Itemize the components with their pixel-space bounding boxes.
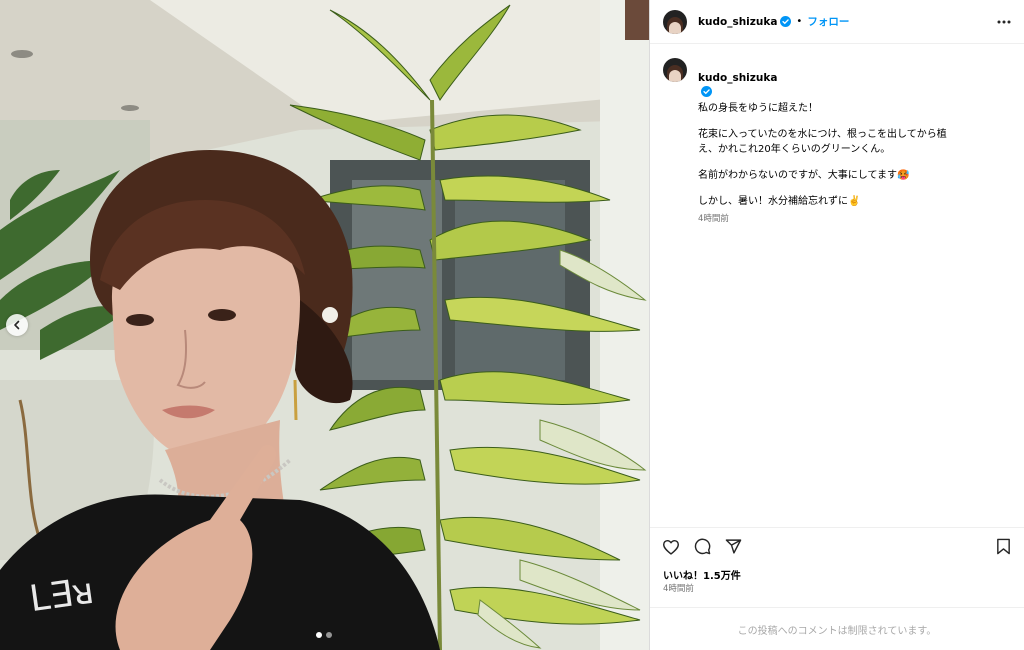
likes-count[interactable]: いいね！1.5万件 — [650, 565, 1024, 582]
caption-paragraph: 名前がわからないのですが、大事にしてます🥵 — [698, 170, 910, 181]
more-options-button[interactable] — [996, 14, 1012, 30]
post-photo: L∃ᴚ — [0, 0, 649, 650]
action-bar — [650, 527, 1024, 565]
save-button[interactable] — [993, 537, 1013, 557]
post-timestamp[interactable]: 4時間前 — [650, 581, 1024, 607]
heart-icon — [663, 539, 679, 555]
follow-button[interactable]: フォロー — [807, 14, 849, 29]
header-separator: • — [796, 16, 803, 27]
comment-icon — [694, 538, 710, 555]
carousel-dot — [326, 632, 332, 638]
avatar[interactable] — [663, 58, 687, 82]
comment-button[interactable] — [692, 537, 712, 557]
comments-disabled-notice: この投稿へのコメントは制限されています。 — [650, 607, 1024, 650]
post-side-panel: kudo_shizuka • フォロー kudo_shizuka 私の身長をゆう… — [649, 0, 1024, 650]
verified-badge-icon — [780, 16, 792, 27]
caption-paragraph: 花束に入っていたのを水につけ、根っこを出してから植え、かれこれ20年くらいのグリ… — [698, 129, 947, 155]
carousel-prev-button[interactable] — [6, 314, 28, 336]
post-header: kudo_shizuka • フォロー — [650, 0, 1024, 44]
caption-body: kudo_shizuka 私の身長をゆうに超えた！ 花束に入っていたのを水につけ… — [698, 56, 948, 527]
caption-paragraph: しかし、暑い！水分補給忘れずに✌️ — [698, 196, 861, 207]
caption-username[interactable]: kudo_shizuka — [698, 72, 777, 84]
caption-timestamp[interactable]: 4時間前 — [698, 212, 948, 227]
header-username[interactable]: kudo_shizuka — [698, 16, 777, 28]
bookmark-icon — [996, 538, 1010, 555]
carousel-indicators — [316, 632, 332, 638]
share-button[interactable] — [723, 537, 743, 557]
chevron-left-icon — [14, 320, 20, 330]
post-modal: L∃ᴚ kudo_shizuka • フォロー kudo_shizuka 私の身… — [0, 0, 1024, 650]
avatar[interactable] — [663, 9, 687, 34]
post-media[interactable]: L∃ᴚ — [0, 0, 649, 650]
send-icon — [725, 539, 741, 554]
caption: kudo_shizuka 私の身長をゆうに超えた！ 花束に入っていたのを水につけ… — [650, 44, 1024, 527]
carousel-dot — [316, 632, 322, 638]
more-horizontal-icon — [997, 20, 1011, 23]
caption-line: 私の身長をゆうに超えた！ — [698, 103, 818, 114]
like-button[interactable] — [661, 537, 681, 557]
verified-badge-icon — [701, 86, 712, 97]
